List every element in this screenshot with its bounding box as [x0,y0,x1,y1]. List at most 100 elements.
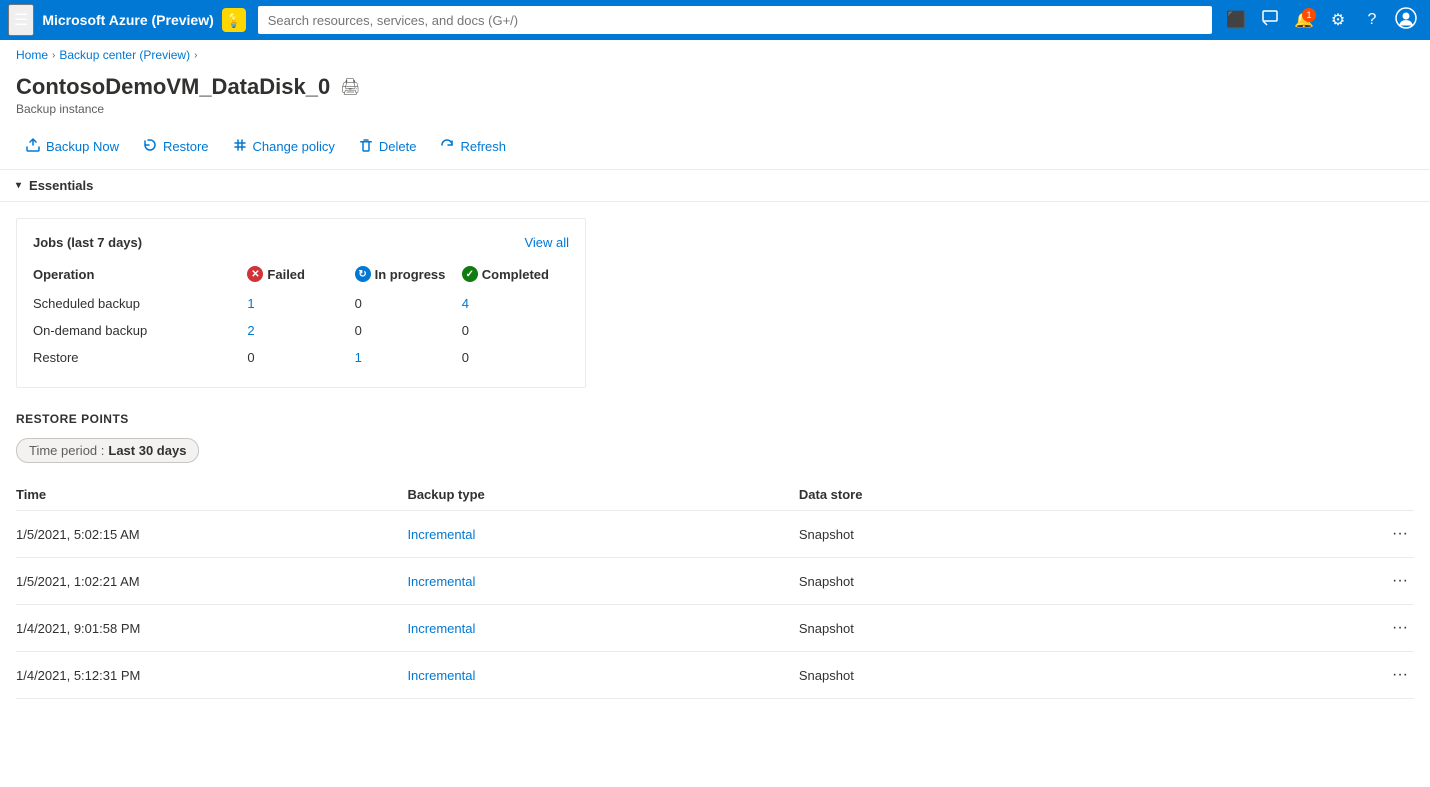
table-row: 1/4/2021, 5:12:31 PM Incremental Snapsho… [16,652,1414,699]
backup-type-cell: Incremental [407,605,798,652]
col-header-data-store: Data store [799,479,1190,511]
data-store-cell: Snapshot [799,558,1190,605]
data-store-cell: Snapshot [799,652,1190,699]
backup-now-icon [26,138,40,155]
failed-count-link[interactable]: 1 [247,296,254,311]
time-period-label: Time period : [29,443,104,458]
search-input[interactable] [258,6,1212,34]
operation-cell: Restore [33,344,247,371]
print-icon[interactable]: 🖨 [340,77,360,97]
table-row: On-demand backup 2 0 0 [33,317,569,344]
time-cell: 1/5/2021, 1:02:21 AM [16,558,407,605]
topbar-action-icons: ⬛ 🔔 1 ⚙ ? [1220,4,1422,36]
account-icon [1395,7,1417,34]
restore-points-title: RESTORE POINTS [16,412,1414,426]
view-all-link[interactable]: View all [524,235,569,250]
breadcrumb: Home › Backup center (Preview) › [0,40,1430,70]
operation-cell: Scheduled backup [33,290,247,317]
col-header-actions [1190,479,1414,511]
col-header-operation: Operation [33,262,247,290]
page-header: ContosoDemoVM_DataDisk_0 🖨 Backup instan… [0,70,1430,124]
failed-cell: 2 [247,317,354,344]
portal-settings-icon[interactable]: 💡 [222,8,246,32]
jobs-card: Jobs (last 7 days) View all Operation ✕ … [16,218,586,388]
notifications-button[interactable]: 🔔 1 [1288,4,1320,36]
col-header-completed: ✓ Completed [462,262,569,290]
page-subtitle: Backup instance [16,102,1414,116]
row-actions-cell: ··· [1190,511,1414,558]
jobs-title: Jobs (last 7 days) [33,235,142,250]
failed-count-link[interactable]: 2 [247,323,254,338]
restore-label: Restore [163,139,209,154]
time-period-value: Last 30 days [108,443,186,458]
failed-cell: 0 [247,344,354,371]
row-actions-cell: ··· [1190,558,1414,605]
hamburger-menu-button[interactable]: ☰ [8,4,34,36]
col-header-failed: ✕ Failed [247,262,354,290]
jobs-card-header: Jobs (last 7 days) View all [33,235,569,250]
settings-button[interactable]: ⚙ [1322,4,1354,36]
app-title: Microsoft Azure (Preview) [42,12,213,28]
table-row: Scheduled backup 1 0 4 [33,290,569,317]
row-context-menu-button[interactable]: ··· [1386,523,1414,545]
inprogress-cell: 1 [355,344,462,371]
row-context-menu-button[interactable]: ··· [1386,617,1414,639]
completed-cell: 0 [462,317,569,344]
page-title: ContosoDemoVM_DataDisk_0 [16,74,330,100]
completed-cell: 0 [462,344,569,371]
breadcrumb-backup-center[interactable]: Backup center (Preview) [59,48,190,62]
refresh-icon [440,138,454,155]
table-row: 1/4/2021, 9:01:58 PM Incremental Snapsho… [16,605,1414,652]
account-button[interactable] [1390,4,1422,36]
completed-cell: 4 [462,290,569,317]
backup-type-cell: Incremental [407,511,798,558]
time-cell: 1/5/2021, 5:02:15 AM [16,511,407,558]
essentials-header[interactable]: ▾ Essentials [16,178,1414,193]
time-cell: 1/4/2021, 9:01:58 PM [16,605,407,652]
cloud-shell-icon: ⬛ [1226,10,1246,30]
time-period-filter[interactable]: Time period : Last 30 days [16,438,199,463]
failed-cell: 1 [247,290,354,317]
col-header-inprogress: ↻ In progress [355,262,462,290]
row-context-menu-button[interactable]: ··· [1386,664,1414,686]
row-context-menu-button[interactable]: ··· [1386,570,1414,592]
question-mark-icon: ? [1368,11,1377,29]
help-button[interactable]: ? [1356,4,1388,36]
backup-type-cell: Incremental [407,558,798,605]
feedback-button[interactable] [1254,4,1286,36]
delete-label: Delete [379,139,417,154]
table-row: Restore 0 1 0 [33,344,569,371]
col-header-backup-type: Backup type [407,479,798,511]
refresh-button[interactable]: Refresh [430,132,516,161]
breadcrumb-home[interactable]: Home [16,48,48,62]
essentials-section: ▾ Essentials [0,170,1430,202]
data-store-cell: Snapshot [799,511,1190,558]
inprogress-cell: 0 [355,317,462,344]
notification-count-badge: 1 [1302,8,1316,22]
completed-status-icon: ✓ [462,266,478,282]
restore-points-table: Time Backup type Data store 1/5/2021, 5:… [16,479,1414,699]
backup-now-button[interactable]: Backup Now [16,132,129,161]
top-navigation-bar: ☰ Microsoft Azure (Preview) 💡 ⬛ 🔔 1 ⚙ ? [0,0,1430,40]
change-policy-icon [233,138,247,155]
row-actions-cell: ··· [1190,605,1414,652]
gear-icon: ⚙ [1331,10,1345,30]
table-row: 1/5/2021, 5:02:15 AM Incremental Snapsho… [16,511,1414,558]
breadcrumb-separator-2: › [194,50,197,61]
change-policy-button[interactable]: Change policy [223,132,345,161]
change-policy-label: Change policy [253,139,335,154]
backup-type-cell: Incremental [407,652,798,699]
restore-button[interactable]: Restore [133,132,219,161]
feedback-icon [1262,10,1278,31]
content-area: Jobs (last 7 days) View all Operation ✕ … [0,202,1430,715]
completed-count-link[interactable]: 4 [462,296,469,311]
delete-button[interactable]: Delete [349,132,427,161]
backup-now-label: Backup Now [46,139,119,154]
time-cell: 1/4/2021, 5:12:31 PM [16,652,407,699]
essentials-label: Essentials [29,178,93,193]
refresh-label: Refresh [460,139,506,154]
failed-status-icon: ✕ [247,266,263,282]
chevron-down-icon: ▾ [16,180,21,191]
cloud-shell-button[interactable]: ⬛ [1220,4,1252,36]
inprogress-count-link[interactable]: 1 [355,350,362,365]
